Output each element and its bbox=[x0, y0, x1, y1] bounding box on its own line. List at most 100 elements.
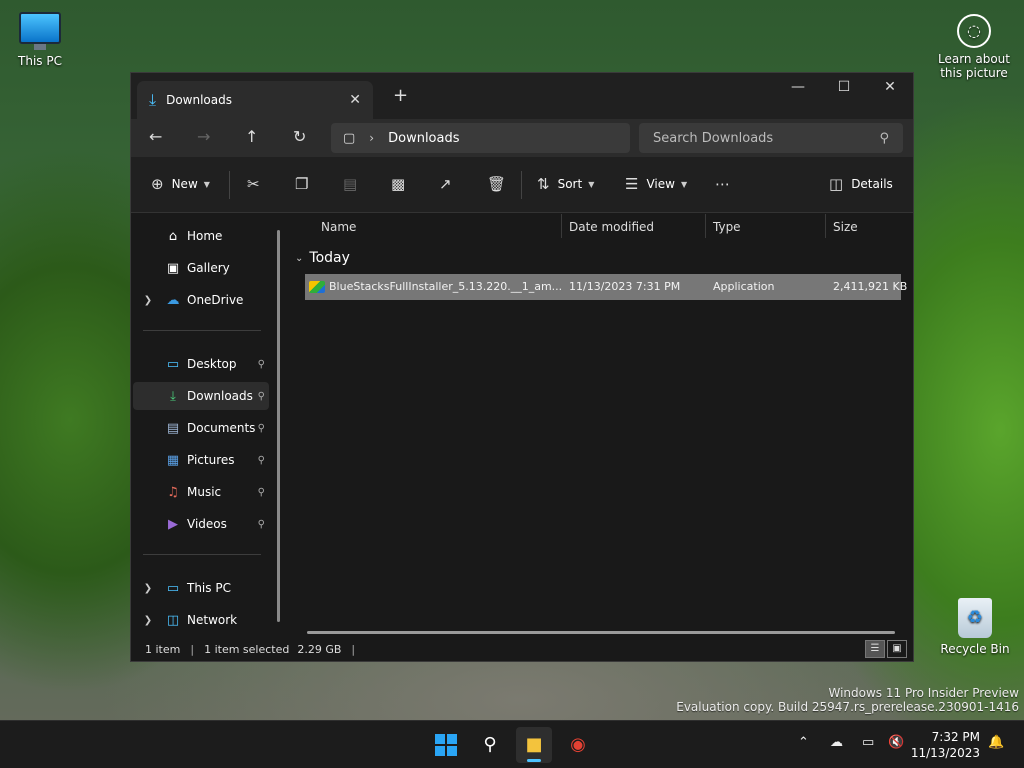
close-tab-button[interactable]: ✕ bbox=[349, 92, 361, 108]
file-explorer-taskbar-button[interactable]: ■ bbox=[516, 727, 552, 763]
chevron-up-icon[interactable]: ⌃ bbox=[798, 735, 809, 750]
divider[interactable] bbox=[825, 214, 826, 238]
sidebar-item-gallery[interactable]: ▣ Gallery bbox=[133, 254, 269, 282]
new-label: New bbox=[171, 177, 198, 191]
share-button[interactable]: ↗ bbox=[439, 175, 452, 193]
chevron-right-icon[interactable]: › bbox=[369, 131, 374, 145]
sidebar-item-onedrive[interactable]: ❯ ☁ OneDrive bbox=[133, 286, 269, 314]
table-row[interactable]: BlueStacksFullInstaller_5.13.220.__1_am.… bbox=[305, 274, 907, 300]
sidebar-item-downloads[interactable]: ⤓ Downloads ⚲ bbox=[133, 382, 269, 410]
pin-icon[interactable]: ⚲ bbox=[258, 359, 265, 370]
desktop-icon-recycle-bin[interactable]: ♻ Recycle Bin bbox=[935, 598, 1015, 656]
maximize-button[interactable]: ☐ bbox=[821, 73, 867, 103]
rename-button[interactable]: ▩ bbox=[391, 175, 405, 193]
details-view-button[interactable]: ☰ bbox=[865, 640, 885, 658]
minimize-button[interactable]: — bbox=[775, 73, 821, 103]
pin-icon[interactable]: ⚲ bbox=[258, 455, 265, 466]
notification-bell-icon[interactable]: 🔔 bbox=[988, 735, 1004, 750]
tiles-view-button[interactable]: ▣ bbox=[887, 640, 907, 658]
chrome-taskbar-button[interactable]: ◉ bbox=[560, 727, 596, 763]
search-button[interactable]: ⚲ bbox=[472, 727, 508, 763]
search-input[interactable] bbox=[653, 130, 853, 146]
bluestacks-app-icon bbox=[309, 281, 325, 293]
sidebar-item-documents[interactable]: ▤ Documents ⚲ bbox=[133, 414, 269, 442]
desktop-icon-label: Recycle Bin bbox=[940, 642, 1010, 656]
sidebar-label: Network bbox=[187, 613, 238, 627]
delete-button[interactable]: 🗑 bbox=[487, 175, 506, 193]
column-header-name[interactable]: Name bbox=[321, 220, 356, 234]
sort-label: Sort bbox=[557, 177, 583, 191]
sidebar-item-pictures[interactable]: ▦ Pictures ⚲ bbox=[133, 446, 269, 474]
chrome-icon: ◉ bbox=[570, 734, 586, 755]
paste-button[interactable]: ▤ bbox=[343, 175, 357, 193]
group-header-today[interactable]: ⌄ Today bbox=[295, 250, 350, 266]
tab-downloads[interactable]: ⤓ Downloads ✕ bbox=[137, 81, 373, 119]
pin-icon[interactable]: ⚲ bbox=[258, 391, 265, 402]
new-tab-button[interactable]: + bbox=[393, 85, 408, 106]
view-button[interactable]: ☰ View ▼ bbox=[625, 175, 687, 193]
divider bbox=[143, 330, 261, 331]
chevron-right-icon[interactable]: ❯ bbox=[133, 615, 163, 626]
clock[interactable]: 7:32 PM 11/13/2023 bbox=[911, 729, 980, 761]
refresh-button[interactable]: ↻ bbox=[293, 127, 306, 146]
start-button[interactable] bbox=[428, 727, 464, 763]
sidebar-scrollbar[interactable] bbox=[277, 230, 280, 622]
sidebar-item-desktop[interactable]: ▭ Desktop ⚲ bbox=[133, 350, 269, 378]
view-label: View bbox=[646, 177, 675, 191]
share-icon: ↗ bbox=[439, 175, 452, 193]
divider bbox=[229, 171, 230, 199]
sidebar-label: Home bbox=[187, 229, 223, 243]
desktop-icon-this-pc[interactable]: This PC bbox=[0, 12, 80, 68]
column-headers: Name Date modified Type Size bbox=[289, 214, 913, 242]
command-bar: ⊕ New ▼ ✂ ❐ ▤ ▩ ↗ 🗑 ⇅ Sort ▼ ☰ View ▼ ⋯ … bbox=[131, 157, 913, 213]
pin-icon[interactable]: ⚲ bbox=[258, 423, 265, 434]
more-options-button[interactable]: ⋯ bbox=[715, 175, 730, 193]
chevron-right-icon[interactable]: ❯ bbox=[133, 583, 163, 594]
column-header-size[interactable]: Size bbox=[833, 220, 858, 234]
computer-icon: ▭ bbox=[166, 580, 180, 596]
taskbar: ⚲ ■ ◉ ⌃ ☁ ▭ 🔇 7:32 PM 11/13/2023 🔔 bbox=[0, 720, 1024, 768]
forward-button[interactable]: → bbox=[197, 127, 210, 146]
network-icon[interactable]: ▭ bbox=[862, 735, 874, 750]
sidebar-label: OneDrive bbox=[187, 293, 244, 307]
onedrive-offline-icon[interactable]: ☁ bbox=[830, 735, 843, 750]
cloud-icon: ☁ bbox=[166, 292, 180, 308]
breadcrumb[interactable]: ▢ › Downloads bbox=[331, 123, 630, 153]
document-icon: ▤ bbox=[166, 420, 180, 436]
divider[interactable] bbox=[561, 214, 562, 238]
sidebar-item-home[interactable]: ⌂ Home bbox=[133, 222, 269, 250]
sidebar-item-music[interactable]: ♫ Music ⚲ bbox=[133, 478, 269, 506]
chevron-right-icon[interactable]: ❯ bbox=[133, 295, 163, 306]
sort-button[interactable]: ⇅ Sort ▼ bbox=[537, 175, 594, 193]
sidebar-item-network[interactable]: ❯ ◫ Network bbox=[133, 606, 269, 634]
breadcrumb-downloads[interactable]: Downloads bbox=[388, 131, 459, 146]
sidebar-item-videos[interactable]: ▶ Videos ⚲ bbox=[133, 510, 269, 538]
details-label: Details bbox=[851, 177, 893, 191]
divider[interactable] bbox=[705, 214, 706, 238]
up-button[interactable]: ↑ bbox=[245, 127, 258, 146]
details-pane-icon: ◫ bbox=[829, 175, 844, 193]
column-header-date[interactable]: Date modified bbox=[569, 220, 654, 234]
details-pane-button[interactable]: ◫ Details bbox=[829, 175, 893, 193]
cut-button[interactable]: ✂ bbox=[247, 175, 260, 193]
new-button[interactable]: ⊕ New ▼ bbox=[151, 175, 210, 193]
pin-icon[interactable]: ⚲ bbox=[258, 519, 265, 530]
file-name: BlueStacksFullInstaller_5.13.220.__1_am.… bbox=[329, 280, 563, 293]
navigation-pane: ⌂ Home ▣ Gallery ❯ ☁ OneDrive ▭ Desktop ⚲… bbox=[131, 214, 281, 637]
active-indicator bbox=[527, 759, 541, 762]
clock-time: 7:32 PM bbox=[931, 730, 980, 744]
back-button[interactable]: ← bbox=[149, 127, 162, 146]
chevron-down-icon: ▼ bbox=[203, 179, 210, 189]
column-header-type[interactable]: Type bbox=[713, 220, 741, 234]
search-box[interactable]: ⚲ bbox=[639, 123, 903, 153]
copy-button[interactable]: ❐ bbox=[295, 175, 308, 193]
close-window-button[interactable]: ✕ bbox=[867, 73, 913, 103]
desktop-icon-learn-about-picture[interactable]: ◌ Learn about this picture bbox=[934, 14, 1014, 80]
clipboard-icon: ▤ bbox=[343, 175, 358, 193]
horizontal-scrollbar[interactable] bbox=[307, 631, 895, 634]
selection-size: 2.29 GB bbox=[297, 642, 342, 656]
volume-muted-icon[interactable]: 🔇 bbox=[888, 735, 904, 750]
copy-icon: ❐ bbox=[295, 175, 309, 193]
pin-icon[interactable]: ⚲ bbox=[258, 487, 265, 498]
sidebar-item-this-pc[interactable]: ❯ ▭ This PC bbox=[133, 574, 269, 602]
